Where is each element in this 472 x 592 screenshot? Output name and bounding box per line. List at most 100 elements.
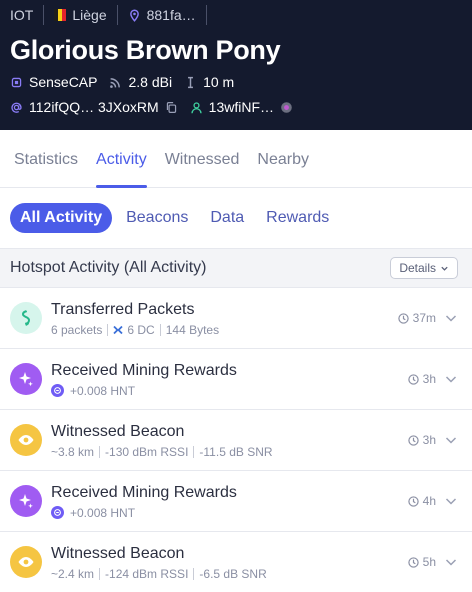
location-pin-icon [129,8,139,22]
packet-count: 6 packets [51,322,103,337]
rssi: -124 dBm RSSI [105,566,189,581]
hotspot-tabs: Statistics Activity Witnessed Nearby [0,130,472,188]
payer-address: 13wfiNF… [208,99,275,115]
chevron-down-icon [441,266,448,271]
time-ago: 37m [412,311,436,325]
location-crumb[interactable]: 881fa… [118,7,206,23]
clock-icon [407,434,419,446]
chevron-down-icon[interactable] [444,433,458,447]
list-item[interactable]: Received Mining Rewards +0.008 HNT 4h [0,471,472,532]
activity-title: Witnessed Beacon [51,422,185,440]
activity-time: 37m [397,311,436,325]
time-ago: 4h [422,494,436,508]
filter-beacons[interactable]: Beacons [118,203,196,233]
belgium-flag-icon [54,9,67,21]
chevron-down-icon[interactable] [444,555,458,569]
gain-item: 2.8 dBi [109,74,172,90]
activity-filters: All Activity Beacons Data Rewards [0,188,472,248]
filter-data[interactable]: Data [202,203,252,233]
hotspot-owners: 112ifQQ… 3JXoxRM 13wfiNF… [10,97,462,117]
elevation-label: 10 m [203,74,235,90]
network-label: IOT [10,7,34,23]
list-item[interactable]: Witnessed Beacon ~2.4 km -124 dBm RSSI -… [0,532,472,592]
location-label: 881fa… [146,7,196,23]
chevron-down-icon[interactable] [444,372,458,386]
payer-item: 13wfiNF… [190,99,293,115]
packets-icon [10,302,42,334]
chip-icon [11,77,22,87]
list-item-body: Transferred Packets 6 packets 6 DC 144 B… [51,300,398,337]
activity-title: Received Mining Rewards [51,361,237,379]
network-crumb[interactable]: IOT [10,7,43,23]
activity-details: 6 packets 6 DC 144 Bytes [51,323,398,337]
chevron-down-icon[interactable] [444,311,458,325]
activity-details: ~2.4 km -124 dBm RSSI -6.5 dB SNR [51,567,408,581]
sparkle-icon [10,363,42,395]
distance: ~3.8 km [51,444,95,459]
activity-list: Transferred Packets 6 packets 6 DC 144 B… [0,288,472,592]
dc-amount: 6 DC [127,322,155,337]
divider [193,567,195,580]
maker-label: SenseCAP [29,74,98,90]
tab-witnessed[interactable]: Witnessed [165,151,240,187]
list-item-body: Received Mining Rewards +0.008 HNT [51,361,408,398]
byte-count: 144 Bytes [165,322,220,337]
city-label: Liège [72,7,107,23]
time-ago: 5h [422,555,436,569]
eye-icon [10,546,42,578]
elevation-icon [188,76,194,88]
antenna-signal-icon [110,77,121,88]
city-crumb[interactable]: Liège [44,7,116,23]
at-sign-icon [11,102,22,113]
maker-item: SenseCAP [10,74,97,90]
activity-section-header: Hotspot Activity (All Activity) Details [0,248,472,288]
gain-label: 2.8 dBi [128,74,173,90]
divider [107,323,109,336]
owner-item: 112ifQQ… 3JXoxRM [10,99,178,115]
tab-nearby[interactable]: Nearby [257,151,309,187]
tab-statistics[interactable]: Statistics [14,151,78,187]
maker-avatar-icon [281,101,292,113]
chevron-down-icon[interactable] [444,494,458,508]
reward-amount: +0.008 HNT [70,505,136,520]
time-ago: 3h [422,433,436,447]
breadcrumb: IOT Liège 881fa… [10,0,462,30]
divider [99,567,101,580]
list-item[interactable]: Witnessed Beacon ~3.8 km -130 dBm RSSI -… [0,410,472,471]
divider [159,323,161,336]
section-title: Hotspot Activity (All Activity) [10,259,207,276]
copy-icon[interactable] [165,101,178,114]
activity-details: +0.008 HNT [51,384,408,398]
elevation-item: 10 m [184,74,234,90]
filter-all-activity[interactable]: All Activity [10,203,113,233]
clock-icon [407,373,419,385]
data-credits-icon [113,325,124,334]
activity-title: Witnessed Beacon [51,544,185,562]
eye-icon [10,424,42,456]
details-label: Details [399,261,436,275]
activity-time: 5h [407,555,436,569]
activity-details: ~3.8 km -130 dBm RSSI -11.5 dB SNR [51,445,408,459]
filter-rewards[interactable]: Rewards [258,203,337,233]
snr: -11.5 dB SNR [199,444,273,459]
list-item[interactable]: Received Mining Rewards +0.008 HNT 3h [0,349,472,410]
owner-address: 112ifQQ… 3JXoxRM [29,99,159,115]
activity-details: +0.008 HNT [51,506,408,520]
hnt-token-icon [51,506,64,519]
user-icon [191,101,202,113]
clock-icon [397,312,409,324]
activity-title: Received Mining Rewards [51,483,237,501]
details-dropdown[interactable]: Details [390,257,458,279]
divider [99,445,101,458]
sparkle-icon [10,485,42,517]
distance: ~2.4 km [51,566,95,581]
clock-icon [407,556,419,568]
time-ago: 3h [422,372,436,386]
list-item-body: Received Mining Rewards +0.008 HNT [51,483,408,520]
tab-activity[interactable]: Activity [96,151,147,188]
rssi: -130 dBm RSSI [105,444,189,459]
list-item[interactable]: Transferred Packets 6 packets 6 DC 144 B… [0,288,472,349]
divider [193,445,195,458]
activity-time: 3h [407,433,436,447]
hnt-token-icon [51,384,64,397]
